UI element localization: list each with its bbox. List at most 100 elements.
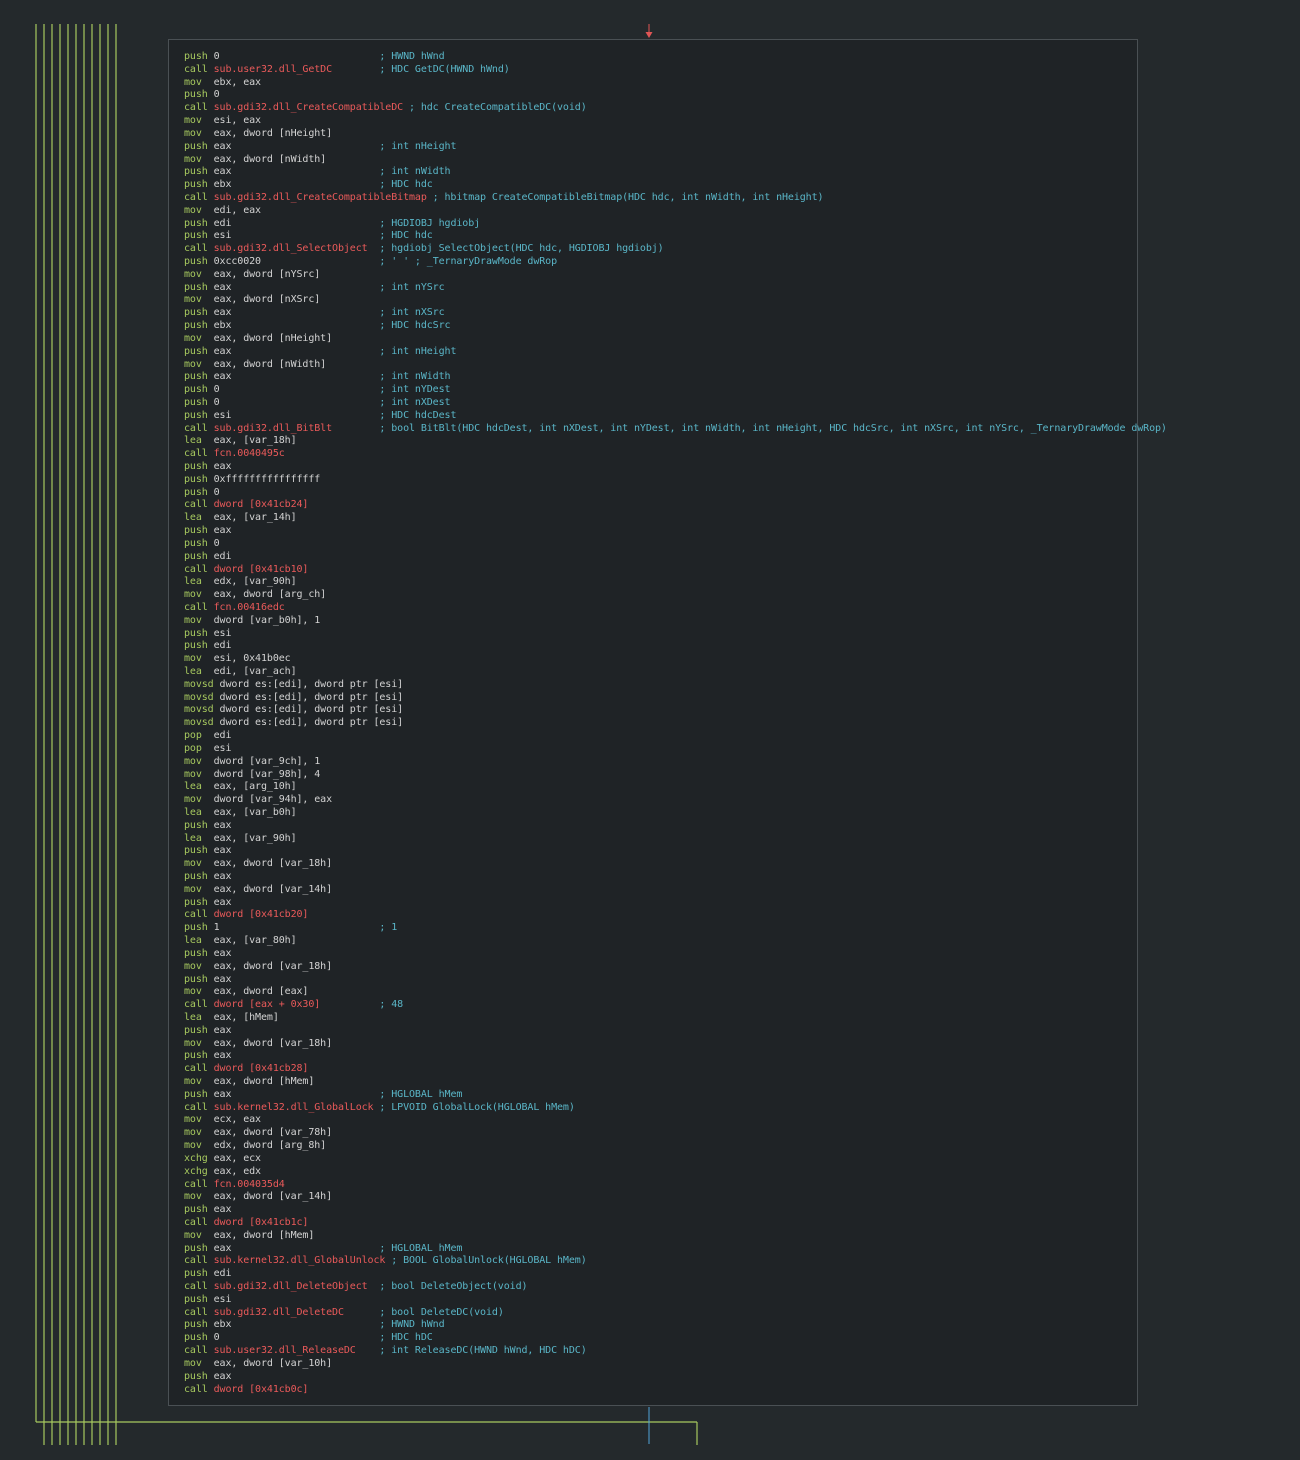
- asm-line[interactable]: mov eax, dword [hMem]: [184, 1230, 1167, 1243]
- asm-line[interactable]: mov eax, dword [nYSrc]: [184, 269, 1167, 282]
- asm-line[interactable]: push edi: [184, 1268, 1167, 1281]
- asm-line[interactable]: call fcn.0040495c: [184, 448, 1167, 461]
- asm-line[interactable]: mov eax, dword [nWidth]: [184, 359, 1167, 372]
- asm-line[interactable]: push 1 ; 1: [184, 922, 1167, 935]
- asm-line[interactable]: lea eax, [var_80h]: [184, 935, 1167, 948]
- asm-line[interactable]: mov eax, dword [var_18h]: [184, 961, 1167, 974]
- asm-line[interactable]: call sub.user32.dll_GetDC ; HDC GetDC(HW…: [184, 64, 1167, 77]
- asm-line[interactable]: push ebx ; HDC hdcSrc: [184, 320, 1167, 333]
- asm-line[interactable]: movsd dword es:[edi], dword ptr [esi]: [184, 717, 1167, 730]
- asm-line[interactable]: push eax ; int nXSrc: [184, 307, 1167, 320]
- asm-line[interactable]: mov eax, dword [nHeight]: [184, 333, 1167, 346]
- asm-line[interactable]: push eax ; int nHeight: [184, 141, 1167, 154]
- asm-line[interactable]: mov eax, dword [arg_ch]: [184, 589, 1167, 602]
- asm-line[interactable]: mov eax, dword [var_10h]: [184, 1358, 1167, 1371]
- asm-line[interactable]: call sub.kernel32.dll_GlobalLock ; LPVOI…: [184, 1102, 1167, 1115]
- asm-line[interactable]: push eax ; HGLOBAL hMem: [184, 1243, 1167, 1256]
- asm-line[interactable]: mov esi, 0x41b0ec: [184, 653, 1167, 666]
- asm-line[interactable]: pop esi: [184, 743, 1167, 756]
- asm-line[interactable]: lea eax, [hMem]: [184, 1012, 1167, 1025]
- asm-line[interactable]: push edi ; HGDIOBJ hgdiobj: [184, 218, 1167, 231]
- asm-line[interactable]: push eax: [184, 1025, 1167, 1038]
- asm-line[interactable]: lea eax, [var_14h]: [184, 512, 1167, 525]
- asm-line[interactable]: push esi: [184, 1294, 1167, 1307]
- asm-line[interactable]: mov eax, dword [nHeight]: [184, 128, 1167, 141]
- asm-line[interactable]: push eax ; HGLOBAL hMem: [184, 1089, 1167, 1102]
- asm-line[interactable]: push eax ; int nWidth: [184, 371, 1167, 384]
- asm-line[interactable]: call dword [0x41cb0c]: [184, 1384, 1167, 1397]
- asm-line[interactable]: pop edi: [184, 730, 1167, 743]
- asm-line[interactable]: mov dword [var_98h], 4: [184, 769, 1167, 782]
- asm-line[interactable]: call dword [0x41cb28]: [184, 1063, 1167, 1076]
- asm-line[interactable]: push edi: [184, 640, 1167, 653]
- asm-line[interactable]: push eax: [184, 897, 1167, 910]
- asm-line[interactable]: push eax: [184, 974, 1167, 987]
- asm-line[interactable]: lea eax, [var_18h]: [184, 435, 1167, 448]
- asm-line[interactable]: mov eax, dword [nWidth]: [184, 154, 1167, 167]
- asm-line[interactable]: mov dword [var_9ch], 1: [184, 756, 1167, 769]
- asm-line[interactable]: call dword [eax + 0x30] ; 48: [184, 999, 1167, 1012]
- asm-line[interactable]: push 0xffffffffffffffff: [184, 474, 1167, 487]
- asm-line[interactable]: call fcn.004035d4: [184, 1179, 1167, 1192]
- asm-line[interactable]: push 0 ; HWND hWnd: [184, 51, 1167, 64]
- asm-line[interactable]: push eax ; int nYSrc: [184, 282, 1167, 295]
- asm-line[interactable]: push 0 ; HDC hDC: [184, 1332, 1167, 1345]
- asm-line[interactable]: push edi: [184, 551, 1167, 564]
- asm-line[interactable]: mov eax, dword [nXSrc]: [184, 294, 1167, 307]
- asm-line[interactable]: push eax: [184, 461, 1167, 474]
- asm-line[interactable]: call sub.gdi32.dll_DeleteDC ; bool Delet…: [184, 1307, 1167, 1320]
- asm-line[interactable]: mov eax, dword [var_78h]: [184, 1127, 1167, 1140]
- asm-line[interactable]: push eax: [184, 871, 1167, 884]
- asm-line[interactable]: push eax ; int nHeight: [184, 346, 1167, 359]
- asm-line[interactable]: mov eax, dword [var_18h]: [184, 858, 1167, 871]
- asm-line[interactable]: push 0: [184, 89, 1167, 102]
- asm-line[interactable]: lea eax, [var_90h]: [184, 833, 1167, 846]
- asm-line[interactable]: call sub.user32.dll_ReleaseDC ; int Rele…: [184, 1345, 1167, 1358]
- asm-line[interactable]: mov dword [var_94h], eax: [184, 794, 1167, 807]
- asm-line[interactable]: push 0xcc0020 ; ' ' ; _TernaryDrawMode d…: [184, 256, 1167, 269]
- asm-line[interactable]: lea edi, [var_ach]: [184, 666, 1167, 679]
- asm-line[interactable]: push esi ; HDC hdcDest: [184, 410, 1167, 423]
- asm-line[interactable]: call sub.gdi32.dll_CreateCompatibleBitma…: [184, 192, 1167, 205]
- asm-line[interactable]: push eax: [184, 1050, 1167, 1063]
- asm-line[interactable]: mov dword [var_b0h], 1: [184, 615, 1167, 628]
- asm-line[interactable]: push esi: [184, 628, 1167, 641]
- asm-line[interactable]: call sub.gdi32.dll_DeleteObject ; bool D…: [184, 1281, 1167, 1294]
- asm-line[interactable]: movsd dword es:[edi], dword ptr [esi]: [184, 692, 1167, 705]
- asm-line[interactable]: push eax: [184, 820, 1167, 833]
- asm-line[interactable]: push ebx ; HWND hWnd: [184, 1319, 1167, 1332]
- asm-line[interactable]: call sub.gdi32.dll_BitBlt ; bool BitBlt(…: [184, 423, 1167, 436]
- asm-line[interactable]: mov eax, dword [var_18h]: [184, 1038, 1167, 1051]
- asm-line[interactable]: mov edx, dword [arg_8h]: [184, 1140, 1167, 1153]
- asm-line[interactable]: mov eax, dword [hMem]: [184, 1076, 1167, 1089]
- asm-line[interactable]: lea eax, [var_b0h]: [184, 807, 1167, 820]
- asm-line[interactable]: mov edi, eax: [184, 205, 1167, 218]
- asm-line[interactable]: push eax: [184, 845, 1167, 858]
- basic-block-node[interactable]: push 0 ; HWND hWnd call sub.user32.dll_Ge…: [168, 39, 1167, 1406]
- asm-line[interactable]: lea eax, [arg_10h]: [184, 781, 1167, 794]
- asm-line[interactable]: call sub.gdi32.dll_SelectObject ; hgdiob…: [184, 243, 1167, 256]
- asm-line[interactable]: push ebx ; HDC hdc: [184, 179, 1167, 192]
- asm-line[interactable]: xchg eax, edx: [184, 1166, 1167, 1179]
- asm-line[interactable]: push 0 ; int nXDest: [184, 397, 1167, 410]
- asm-line[interactable]: push eax: [184, 525, 1167, 538]
- asm-line[interactable]: mov esi, eax: [184, 115, 1167, 128]
- asm-line[interactable]: mov eax, dword [var_14h]: [184, 1191, 1167, 1204]
- asm-line[interactable]: push eax: [184, 948, 1167, 961]
- asm-line[interactable]: xchg eax, ecx: [184, 1153, 1167, 1166]
- asm-line[interactable]: call dword [0x41cb20]: [184, 909, 1167, 922]
- asm-line[interactable]: call sub.gdi32.dll_CreateCompatibleDC ; …: [184, 102, 1167, 115]
- asm-line[interactable]: lea edx, [var_90h]: [184, 576, 1167, 589]
- asm-line[interactable]: call sub.kernel32.dll_GlobalUnlock ; BOO…: [184, 1255, 1167, 1268]
- asm-line[interactable]: push 0: [184, 487, 1167, 500]
- asm-line[interactable]: push eax: [184, 1371, 1167, 1384]
- asm-line[interactable]: movsd dword es:[edi], dword ptr [esi]: [184, 704, 1167, 717]
- asm-line[interactable]: push 0 ; int nYDest: [184, 384, 1167, 397]
- asm-line[interactable]: mov eax, dword [var_14h]: [184, 884, 1167, 897]
- asm-line[interactable]: push 0: [184, 538, 1167, 551]
- asm-line[interactable]: movsd dword es:[edi], dword ptr [esi]: [184, 679, 1167, 692]
- asm-line[interactable]: mov ecx, eax: [184, 1114, 1167, 1127]
- asm-line[interactable]: push eax ; int nWidth: [184, 166, 1167, 179]
- asm-line[interactable]: call dword [0x41cb1c]: [184, 1217, 1167, 1230]
- asm-line[interactable]: call fcn.00416edc: [184, 602, 1167, 615]
